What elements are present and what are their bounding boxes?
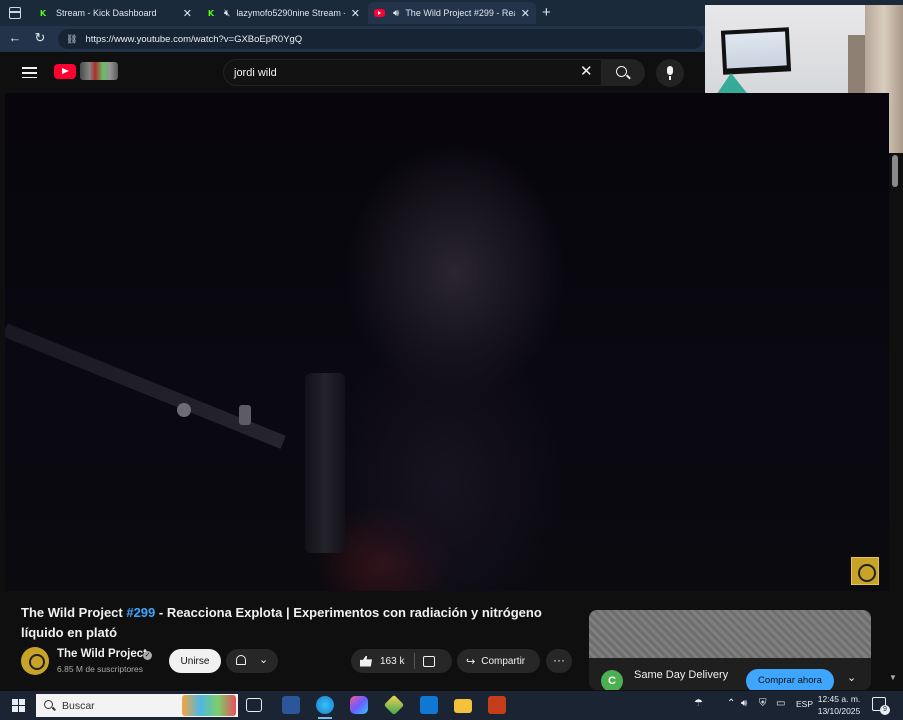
new-tab-button[interactable]: + <box>542 4 551 21</box>
address-bar-row: ← ↻ ⛓︎ https://www.youtube.com/watch?v=G… <box>0 26 705 52</box>
tab-kick-dashboard[interactable]: K Stream - Kick Dashboard ✕ <box>32 2 198 24</box>
youtube-logo[interactable] <box>54 64 76 79</box>
input-language[interactable]: ESP <box>796 699 813 709</box>
edge-icon[interactable] <box>316 696 334 719</box>
share-arrow-icon: ↪ <box>466 655 476 668</box>
youtube-icon <box>374 9 385 17</box>
file-explorer-icon[interactable] <box>454 699 472 713</box>
site-info-icon[interactable]: ⛓︎ <box>66 34 77 45</box>
clock-date: 13/10/2025 <box>817 706 861 716</box>
app-icon[interactable] <box>383 694 405 716</box>
ad-panel[interactable]: C Same Day Delivery Comprar ahora ⌄ <box>589 610 871 690</box>
weather-icon[interactable]: ☂ <box>694 698 703 709</box>
taskbar-search-box[interactable]: Buscar <box>36 694 238 717</box>
share-button[interactable]: ↪ Compartir <box>457 649 540 673</box>
menu-icon[interactable] <box>22 67 37 79</box>
muted-speaker-icon[interactable]: 🔇︎ <box>224 8 230 19</box>
url-field[interactable]: ⛓︎ https://www.youtube.com/watch?v=GXBoE… <box>58 29 703 49</box>
tab-kick-stream[interactable]: K 🔇︎ lazymofo5290nine Stream - ✕ <box>200 2 366 24</box>
subscriber-count: 6.85 M de suscriptores <box>57 664 143 674</box>
powerpoint-icon[interactable] <box>488 696 506 714</box>
like-divider <box>414 653 416 669</box>
taskbar-search-placeholder: Buscar <box>62 699 95 712</box>
video-hashtag-link[interactable]: #299 <box>126 605 155 620</box>
tab-title: lazymofo5290nine Stream - <box>236 8 345 18</box>
video-player[interactable] <box>5 93 889 591</box>
scrollbar-thumb[interactable] <box>892 155 898 187</box>
page-scrollbar[interactable] <box>889 153 903 691</box>
windows-taskbar: Buscar ☂ ⌃ 🔊︎ ⛨ ▭ ESP 12:45 a. m. 13/10/… <box>0 691 903 720</box>
back-arrow-icon[interactable]: ← <box>6 30 24 45</box>
bell-icon <box>236 655 246 665</box>
close-tab-icon[interactable]: ✕ <box>183 7 192 20</box>
microphone <box>305 373 345 553</box>
scroll-down-arrow-icon[interactable]: ▼ <box>889 673 897 682</box>
windows-start-icon[interactable] <box>12 699 25 712</box>
like-thumb-icon[interactable] <box>360 655 372 667</box>
reload-icon[interactable]: ↻ <box>31 30 49 46</box>
outlook-icon[interactable] <box>420 696 438 714</box>
webcam-tv <box>720 27 792 75</box>
like-count[interactable]: 163 k <box>380 656 404 667</box>
tab-youtube-video[interactable]: 🔊︎ The Wild Project #299 - Rea ✕ <box>368 2 536 24</box>
kick-icon: K <box>207 8 215 18</box>
share-label: Compartir <box>481 655 526 667</box>
copilot-icon[interactable] <box>350 696 368 714</box>
search-icon <box>44 700 53 709</box>
close-tab-icon[interactable]: ✕ <box>521 7 530 20</box>
tab-title: The Wild Project #299 - Rea <box>405 8 515 18</box>
kick-icon: K <box>39 8 47 18</box>
ad-title[interactable]: Same Day Delivery <box>634 669 728 681</box>
speaker-icon[interactable]: 🔊︎ <box>393 8 399 19</box>
chevron-down-icon[interactable]: ⌄ <box>847 671 856 684</box>
clear-search-icon[interactable]: ✕ <box>580 64 593 79</box>
channel-watermark-icon[interactable] <box>851 557 879 585</box>
close-tab-icon[interactable]: ✕ <box>351 7 360 20</box>
task-view-icon[interactable] <box>246 698 262 712</box>
word-icon[interactable] <box>282 696 300 714</box>
channel-avatar[interactable] <box>21 647 49 675</box>
search-icon <box>616 66 627 77</box>
more-actions-icon[interactable]: ··· <box>546 649 572 673</box>
notification-badge: 9 <box>880 705 890 715</box>
search-input[interactable]: jordi wild <box>223 59 601 86</box>
microphone-arm <box>5 323 286 449</box>
notifications-button[interactable]: ⌄ <box>226 649 278 673</box>
search-highlight-icon <box>182 695 236 716</box>
like-dislike-group: 163 k <box>351 649 452 673</box>
tab-title: Stream - Kick Dashboard <box>56 8 157 18</box>
verified-check-icon: ✓ <box>143 651 152 660</box>
ad-avatar: C <box>601 670 623 690</box>
chevron-down-icon: ⌄ <box>259 654 269 666</box>
chevron-up-icon[interactable]: ⌃ <box>727 698 735 709</box>
youtube-masthead: jordi wild ✕ <box>0 52 705 93</box>
ad-image[interactable] <box>589 610 871 658</box>
window-menu-icon[interactable] <box>9 7 21 19</box>
video-title-prefix: The Wild Project <box>21 605 127 620</box>
join-button[interactable]: Unirse <box>169 649 221 673</box>
search-button[interactable] <box>601 59 645 86</box>
url-text: https://www.youtube.com/watch?v=GXBoEpR0… <box>85 33 303 45</box>
antivirus-icon[interactable]: ⛨ <box>759 698 767 709</box>
voice-search-mic-icon[interactable] <box>656 59 684 87</box>
video-title: The Wild Project #299 - Reacciona Explot… <box>21 603 581 643</box>
clock-time: 12:45 a. m. <box>817 694 861 704</box>
system-clock[interactable]: 12:45 a. m. 13/10/2025 <box>816 693 862 717</box>
network-icon[interactable]: ▭ <box>776 698 785 709</box>
ad-cta-button[interactable]: Comprar ahora <box>746 669 834 690</box>
dislike-thumb-icon[interactable] <box>423 655 436 667</box>
microphone-clamp <box>239 405 251 425</box>
youtube-doodle-logo[interactable] <box>80 62 118 80</box>
volume-icon[interactable]: 🔊︎ <box>741 698 747 709</box>
search-query-text: jordi wild <box>234 66 277 79</box>
channel-name[interactable]: The Wild Project <box>57 648 147 660</box>
microphone-knob <box>177 403 191 417</box>
